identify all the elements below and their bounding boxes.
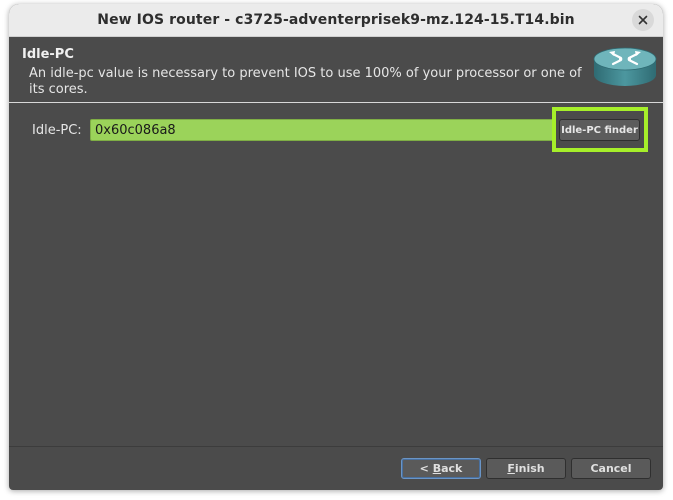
- dialog-window: New IOS router - c3725-adventerprisek9-m…: [9, 4, 663, 490]
- footer-divider: [9, 446, 663, 447]
- back-prefix: <: [419, 462, 433, 475]
- idlepc-finder-button[interactable]: Idle-PC finder: [559, 119, 640, 141]
- header-divider: [9, 102, 663, 103]
- cancel-button[interactable]: Cancel: [571, 458, 651, 479]
- finish-mnemonic: F: [507, 462, 515, 475]
- wizard-header: Idle-PC An idle-pc value is necessary to…: [9, 37, 663, 102]
- router-icon: [593, 47, 657, 86]
- page-description: An idle-pc value is necessary to prevent…: [29, 66, 582, 97]
- finish-label-rest: inish: [514, 462, 545, 475]
- finish-button[interactable]: Finish: [486, 458, 566, 479]
- title-bar[interactable]: New IOS router - c3725-adventerprisek9-m…: [9, 4, 663, 37]
- back-button[interactable]: < Back: [401, 458, 481, 479]
- idlepc-label: Idle-PC:: [32, 123, 82, 138]
- close-button[interactable]: [632, 9, 654, 31]
- idlepc-input[interactable]: [90, 119, 554, 141]
- back-mnemonic: B: [432, 462, 442, 475]
- close-icon: [638, 15, 648, 25]
- back-label-rest: ack: [441, 462, 463, 475]
- page-title: Idle-PC: [22, 47, 74, 62]
- window-title: New IOS router - c3725-adventerprisek9-m…: [97, 12, 575, 28]
